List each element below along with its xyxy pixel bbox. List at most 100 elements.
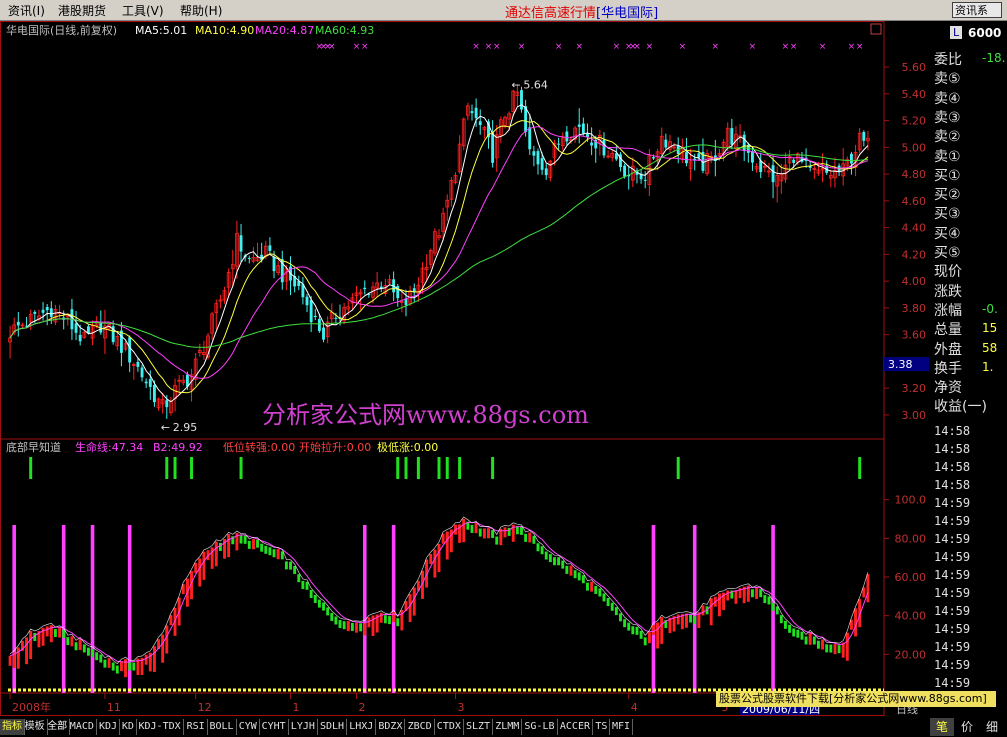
indicator-bar: [627, 622, 631, 631]
tab-全部[interactable]: 全部: [45, 719, 71, 735]
price-tick-label: 4.00: [902, 275, 927, 288]
candle-body: [268, 245, 272, 251]
ad-banner[interactable]: 股票公式股票软件下载[分析家公式网www.88gs.com]: [716, 691, 996, 707]
candle-body: [478, 121, 482, 126]
quote-tab-2[interactable]: 细: [980, 718, 1004, 736]
indicator-bar: [379, 612, 383, 623]
quote-label: 涨跌: [934, 283, 962, 300]
tab-sdlh[interactable]: SDLH: [318, 719, 348, 735]
price-title: 华电国际(日线,前复权): [6, 23, 117, 37]
tab-kdj-tdx[interactable]: KDJ-TDX: [137, 719, 184, 735]
low-arrow: ←: [161, 421, 170, 434]
candle-body: [165, 400, 169, 408]
tab-lyjh[interactable]: LYJH: [289, 719, 318, 735]
indicator-bar: [524, 533, 528, 542]
quote-tab-0[interactable]: 笔: [930, 718, 954, 736]
indicator-bar-ext: [718, 593, 721, 617]
quote-label: 卖⑤: [934, 71, 961, 88]
tab-macd[interactable]: MACD: [68, 719, 97, 735]
tick-time: 14:58: [934, 478, 971, 492]
tab-kdj[interactable]: KDJ: [97, 719, 121, 735]
indicator-bar: [293, 565, 297, 574]
tab-模板[interactable]: 模板: [23, 719, 48, 735]
chart-frame: [0, 21, 885, 716]
indicator-bar: [577, 572, 581, 581]
indicator-bar-ext: [227, 534, 231, 558]
candle-body: [581, 123, 585, 134]
tab-kd[interactable]: KD: [120, 719, 137, 735]
tab-mfi[interactable]: MFI: [610, 719, 634, 735]
indicator-bar: [693, 616, 697, 625]
price-tick-label: 5.60: [902, 61, 927, 74]
indicator-bar: [272, 549, 276, 558]
tab-指标[interactable]: 指标: [0, 719, 25, 735]
tab-sg-lb[interactable]: SG-LB: [522, 719, 558, 735]
candle-body: [470, 111, 474, 114]
tab-boll[interactable]: BOLL: [208, 719, 237, 735]
tab-rsi[interactable]: RSI: [185, 719, 208, 735]
indicator-bar: [194, 562, 198, 573]
candle-body: [74, 323, 78, 333]
indicator-title: 底部早知道: [6, 440, 61, 454]
indicator-bar: [784, 620, 787, 629]
tick-time: 14:59: [934, 532, 971, 546]
candle-body: [577, 124, 581, 127]
indicator-bar: [676, 614, 680, 625]
menu-item-help[interactable]: 帮助(H): [180, 2, 222, 19]
candle-body: [239, 235, 243, 252]
price-tick-label: 3.60: [902, 329, 927, 342]
signal-marker: ×: [633, 42, 641, 52]
tab-cyw[interactable]: CYW: [237, 719, 260, 735]
signal-marker: ×: [472, 42, 480, 52]
tab-ctdx[interactable]: CTDX: [435, 719, 464, 735]
chart-text: ← 5.64← 2.95华电国际(日线,前复权) MA5:5.01 MA10:4.90 M…: [6, 23, 589, 454]
tab-zbcd[interactable]: ZBCD: [406, 719, 435, 735]
signal-marker: ×: [361, 42, 369, 52]
candle-body: [771, 165, 775, 183]
indicator-bar: [53, 629, 57, 638]
candle-body: [565, 131, 569, 142]
indicator-bar: [796, 629, 800, 638]
menu-item-news[interactable]: 资讯(I): [8, 2, 45, 19]
tab-ts[interactable]: TS: [593, 719, 611, 735]
chart-area[interactable]: ×××× × × × × × × × × × ××× × × × × × × × × × 5.60 5.40 5.20 5.…: [0, 21, 1007, 737]
indicator-bar: [643, 637, 647, 646]
quote-tab-1[interactable]: 价: [955, 718, 979, 736]
tab-bdzx[interactable]: BDZX: [376, 719, 406, 735]
indicator-bar: [631, 626, 635, 635]
price-tick-label: 4.80: [902, 168, 927, 181]
indicator-pane: [8, 457, 884, 693]
candle-body: [272, 256, 276, 272]
tab-cyht[interactable]: CYHT: [260, 719, 289, 735]
indicator-bar: [623, 619, 627, 628]
tick-time: 14:59: [934, 658, 971, 672]
indicator-bar: [342, 621, 346, 630]
quote-value: 58: [982, 340, 998, 355]
quote-label: 卖②: [934, 129, 961, 146]
indicator-bar-ext: [482, 528, 486, 536]
quote-label: 卖④: [934, 90, 961, 107]
indicator-bar: [218, 542, 222, 551]
signal-marker: ×: [485, 42, 493, 52]
low-rise-marker: [29, 457, 33, 479]
ind-tick-label: 60.00: [895, 571, 927, 584]
tab-slzt[interactable]: SLZT: [464, 719, 494, 735]
x-tick-label: 3: [457, 701, 464, 714]
indicator-bar: [606, 598, 610, 607]
indicator-bar-ext: [437, 544, 441, 573]
news-button[interactable]: 资讯系: [952, 2, 1002, 18]
tab-lhxj[interactable]: LHXJ: [347, 719, 377, 735]
menu-item-tools[interactable]: 工具(V): [122, 2, 164, 19]
indicator-bar-ext: [656, 622, 660, 649]
pane-maximize-box: [870, 23, 882, 35]
low-rise-marker: [458, 457, 462, 479]
indicator-bar: [771, 602, 775, 611]
candle-body: [528, 127, 532, 150]
tick-time: 14:59: [934, 496, 971, 510]
indicator-bar: [309, 589, 313, 598]
menu-item-hk-futures[interactable]: 港股期货: [58, 2, 106, 19]
tab-accer[interactable]: ACCER: [558, 719, 593, 735]
tab-zlmm[interactable]: ZLMM: [493, 719, 523, 735]
indicator-bar-ext: [165, 625, 169, 654]
quote-value: -0.: [982, 301, 998, 316]
